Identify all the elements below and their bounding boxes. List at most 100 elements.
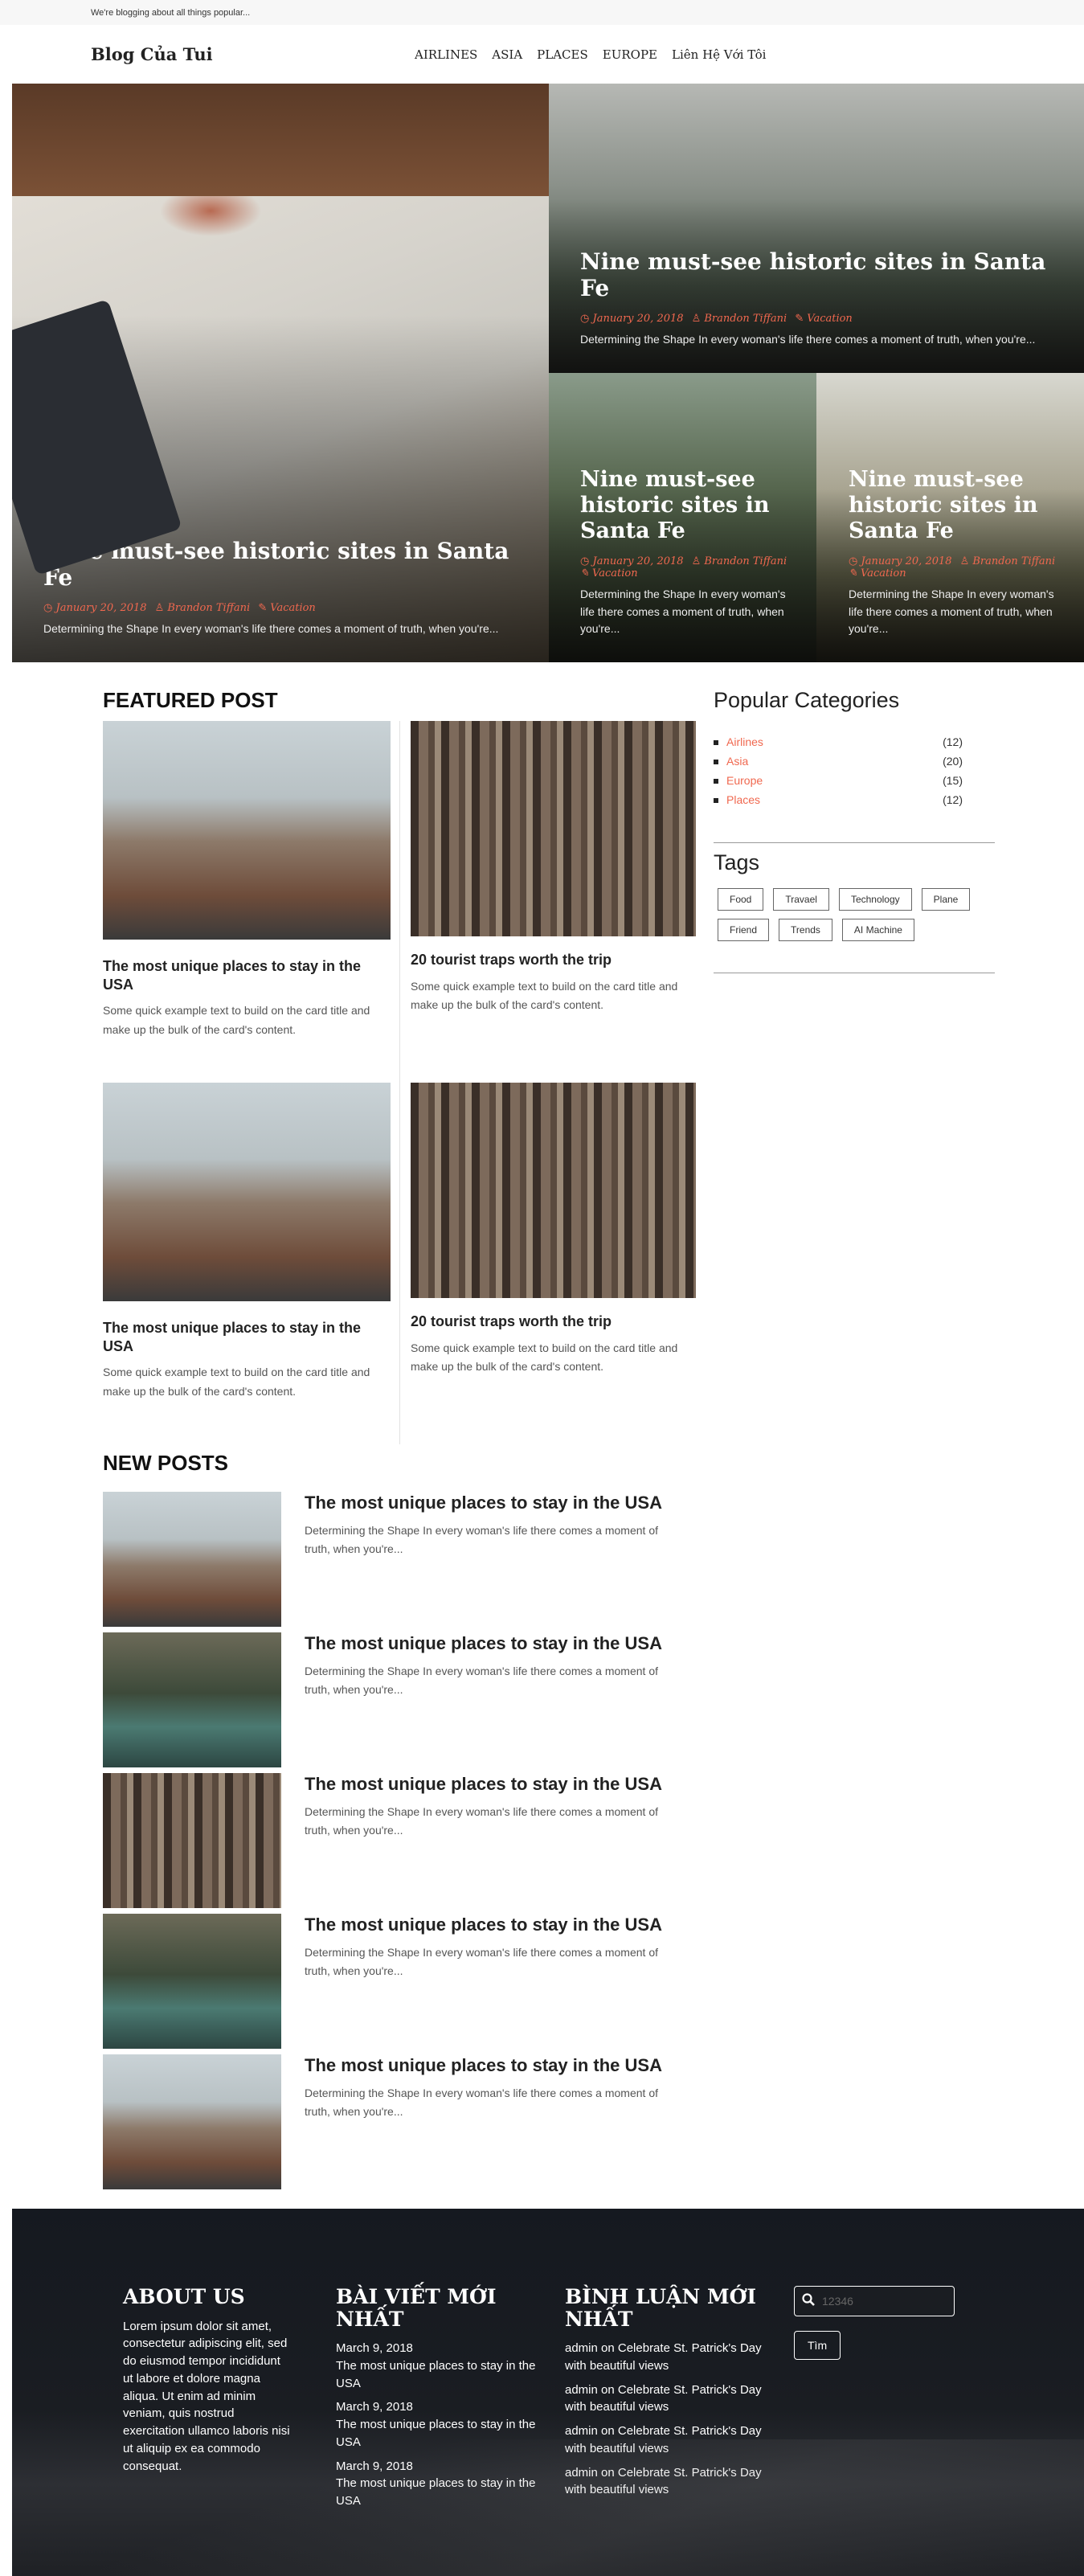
featured-card[interactable]: 20 tourist traps worth the trip Some qui… [411,721,696,1015]
nav-item-asia[interactable]: ASIA [492,47,522,62]
clock-icon: ◷ [580,555,590,567]
post-category[interactable]: Vacation [270,602,316,614]
post-title[interactable]: The most unique places to stay in the US… [305,1915,662,1935]
hero-post-bottom-left[interactable]: Nine must-see historic sites in Santa Fe… [549,373,816,662]
tag-ai-machine[interactable]: AI Machine [841,919,914,941]
card-title[interactable]: The most unique places to stay in the US… [103,1319,391,1355]
main-menu: AIRLINES ASIA PLACES EUROPE Liên Hệ Với … [415,47,780,62]
new-post-item[interactable]: The most unique places to stay in the US… [103,1632,697,1767]
featured-card[interactable]: The most unique places to stay in the US… [103,721,391,1040]
post-author[interactable]: Brandon Tiffani [972,555,1055,567]
category-count: (12) [943,735,963,748]
card-image[interactable] [103,1083,391,1301]
post-author[interactable]: Brandon Tiffani [704,555,787,567]
new-post-item[interactable]: The most unique places to stay in the US… [103,2054,697,2189]
new-post-item[interactable]: The most unique places to stay in the US… [103,1773,697,1908]
category-name[interactable]: Asia [714,752,748,771]
card-title[interactable]: The most unique places to stay in the US… [103,957,391,993]
hero-post-main[interactable]: Nine must-see historic sites in Santa Fe… [12,84,549,662]
post-thumbnail[interactable] [103,1773,281,1908]
category-name[interactable]: Europe [714,771,763,790]
hero-meta: ◷ January 20, 2018 ♙ Brandon Tiffani ✎ Vac… [43,602,525,614]
featured-card[interactable]: The most unique places to stay in the US… [103,1083,391,1402]
tag-technology[interactable]: Technology [838,888,912,911]
tag-friend[interactable]: Friend [718,919,770,941]
post-excerpt: Determining the Shape In every woman's l… [305,1805,658,1837]
post-thumbnail[interactable] [103,1632,281,1767]
tag-plane[interactable]: Plane [921,888,971,911]
category-item[interactable]: Places (12) [714,790,963,809]
user-icon: ♙ [691,555,702,567]
post-author[interactable]: Brandon Tiffani [167,602,250,614]
comment-item[interactable]: admin on Celebrate St. Patrick's Day wit… [565,2381,762,2417]
hero-grid: Nine must-see historic sites in Santa Fe… [12,84,1084,662]
card-text: Some quick example text to build on the … [411,1341,678,1374]
new-post-item[interactable]: The most unique places to stay in the US… [103,1914,697,2049]
category-count: (20) [943,755,963,768]
hero-post-bottom-right[interactable]: Nine must-see historic sites in Santa Fe… [816,373,1084,662]
hero-title[interactable]: Nine must-see historic sites in Santa Fe [580,248,1060,301]
hero-title[interactable]: Nine must-see historic sites in Santa Fe [849,467,1060,544]
category-item[interactable]: Asia (20) [714,752,963,771]
hero-post-top-right[interactable]: Nine must-see historic sites in Santa Fe… [549,84,1084,373]
hero-caption: Nine must-see historic sites in Santa Fe… [849,467,1060,638]
category-name[interactable]: Airlines [714,732,763,752]
tag-trends[interactable]: Trends [779,919,832,941]
post-author[interactable]: Brandon Tiffani [704,313,787,325]
nav-item-airlines[interactable]: AIRLINES [415,47,477,62]
nav-item-europe[interactable]: EUROPE [603,47,657,62]
comments-title: BÌNH LUẬN MỚI NHẤT [565,2285,757,2331]
about-text: Lorem ipsum dolor sit amet, consectetur … [123,2319,290,2473]
category-item[interactable]: Airlines (12) [714,732,963,752]
sidebar: Popular Categories Airlines (12) Asia (20)… [714,688,963,809]
category-name[interactable]: Places [714,790,760,809]
category-item[interactable]: Europe (15) [714,771,963,790]
tag-icon: ✎ [795,313,804,326]
post-date: January 20, 2018 [55,602,147,615]
post-category[interactable]: Vacation [807,313,853,325]
footer: ABOUT US Lorem ipsum dolor sit amet, con… [12,2209,1084,2576]
nav-item-places[interactable]: PLACES [537,47,588,62]
brand-logo[interactable]: Blog Của Tui [91,44,213,64]
recent-post-link[interactable]: The most unique places to stay in the US… [336,2475,537,2510]
tag-food[interactable]: Food [718,888,764,911]
hero-title[interactable]: Nine must-see historic sites in Santa Fe [43,538,525,591]
card-title[interactable]: 20 tourist traps worth the trip [411,1313,696,1331]
tag-icon: ✎ [849,567,857,579]
card-image[interactable] [411,1083,696,1298]
search-icon [795,2292,822,2310]
tags-title: Tags [714,850,760,874]
post-thumbnail[interactable] [103,2054,281,2189]
comment-item[interactable]: admin on Celebrate St. Patrick's Day wit… [565,2340,762,2375]
featured-card[interactable]: 20 tourist traps worth the trip Some qui… [411,1083,696,1377]
card-title[interactable]: 20 tourist traps worth the trip [411,951,696,969]
recent-post-link[interactable]: The most unique places to stay in the US… [336,2416,537,2451]
nav-item-contact[interactable]: Liên Hệ Với Tôi [672,47,766,62]
hero-title[interactable]: Nine must-see historic sites in Santa Fe [580,467,792,544]
post-thumbnail[interactable] [103,1914,281,2049]
about-title: ABOUT US [123,2285,245,2308]
post-title[interactable]: The most unique places to stay in the US… [305,1633,662,1654]
post-thumbnail[interactable] [103,1492,281,1627]
recent-post-link[interactable]: The most unique places to stay in the US… [336,2357,537,2393]
categories-title: Popular Categories [714,688,900,712]
comment-item[interactable]: admin on Celebrate St. Patrick's Day wit… [565,2422,762,2458]
new-post-item[interactable]: The most unique places to stay in the US… [103,1492,697,1627]
search-input[interactable] [822,2295,943,2308]
card-image[interactable] [411,721,696,936]
recent-date: March 9, 2018 [336,2341,413,2355]
post-date: January 20, 2018 [592,555,684,567]
featured-title: FEATURED POST [103,688,278,712]
post-title[interactable]: The most unique places to stay in the US… [305,1774,662,1795]
card-text: Some quick example text to build on the … [103,1004,370,1036]
tag-icon: ✎ [258,602,268,615]
card-image[interactable] [103,721,391,940]
post-title[interactable]: The most unique places to stay in the US… [305,2055,662,2076]
clock-icon: ◷ [43,602,53,615]
comment-item[interactable]: admin on Celebrate St. Patrick's Day wit… [565,2464,762,2500]
search-button[interactable]: Tìm [794,2331,841,2360]
post-category[interactable]: Vacation [592,567,638,579]
tag-travael[interactable]: Travael [773,888,829,911]
post-category[interactable]: Vacation [861,567,906,579]
post-title[interactable]: The most unique places to stay in the US… [305,1493,662,1513]
